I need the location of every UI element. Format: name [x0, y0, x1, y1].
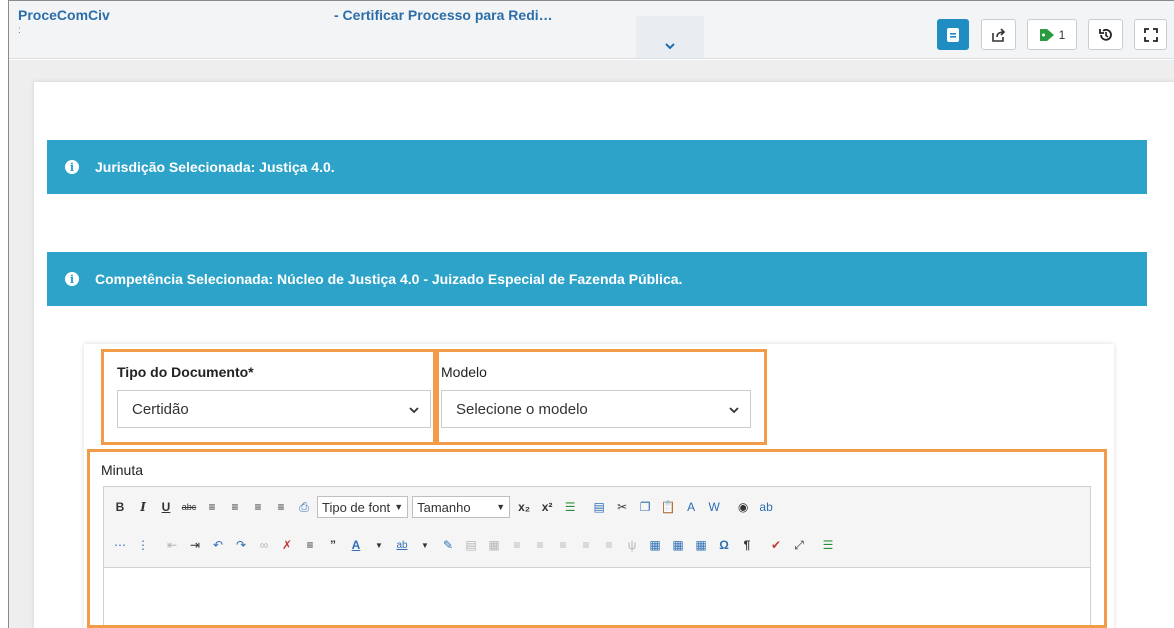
align-center-icon[interactable]: ≡ — [225, 497, 245, 517]
maximize-icon[interactable]: ⤢ — [789, 535, 809, 555]
replace-icon[interactable]: ab — [756, 497, 776, 517]
minuta-label: Minuta — [101, 462, 144, 478]
font-family-combo[interactable]: Tipo de font ▼ — [317, 496, 409, 518]
link-icon[interactable]: ∞ — [254, 535, 274, 555]
chevron-down-icon — [409, 407, 419, 414]
table-col-icon[interactable]: ▦ — [484, 535, 504, 555]
font-color-button[interactable]: A — [346, 535, 366, 555]
find-icon[interactable]: ◉ — [733, 497, 753, 517]
competencia-alert: i Competência Selecionada: Núcleo de Jus… — [47, 252, 1147, 306]
line-height-icon[interactable]: ☰ — [818, 535, 838, 555]
merge-cells-icon[interactable]: ≡ — [576, 535, 596, 555]
unlink-icon[interactable]: ✗ — [277, 535, 297, 555]
share-button[interactable] — [981, 19, 1016, 50]
paste-word-icon[interactable]: W — [704, 497, 724, 517]
strikethrough-button[interactable]: abc — [179, 497, 199, 517]
chevron-down-icon: ▼ — [394, 502, 404, 512]
task-title: - Certificar Processo para Redi… — [334, 7, 553, 23]
history-icon — [1098, 28, 1112, 41]
history-button[interactable] — [1088, 19, 1123, 50]
jurisdicao-alert: i Jurisdição Selecionada: Justiça 4.0. — [47, 140, 1147, 194]
paste-icon[interactable]: 📋 — [658, 497, 678, 517]
fullscreen-icon — [1143, 27, 1158, 42]
bullet-list-icon[interactable]: ⋯ — [110, 535, 130, 555]
info-icon: i — [65, 272, 79, 286]
select-all-icon[interactable]: ▤ — [589, 497, 609, 517]
italic-button[interactable]: I — [133, 497, 153, 517]
format-list-icon[interactable]: ☰ — [560, 497, 580, 517]
tags-button[interactable]: 1 — [1027, 19, 1077, 50]
special-char-button[interactable]: Ω — [714, 535, 734, 555]
toolbar-row-1: B I U abc ≡ ≡ ≡ ≡ ⎙ Tipo de font ▼ Tamanh… — [110, 495, 779, 519]
indent-icon[interactable]: ⇥ — [185, 535, 205, 555]
bold-button[interactable]: B — [110, 497, 130, 517]
print-icon[interactable]: ⎙ — [294, 497, 314, 517]
share-icon — [991, 27, 1005, 42]
cut-icon[interactable]: ✂ — [612, 497, 632, 517]
tipo-documento-select[interactable]: Certidão — [117, 390, 431, 428]
competencia-text: Competência Selecionada: Núcleo de Justi… — [95, 271, 683, 287]
info-icon: i — [65, 160, 79, 174]
table-icon-2[interactable]: ▦ — [668, 535, 688, 555]
font-size-value: Tamanho — [417, 499, 471, 515]
modelo-value: Selecione o modelo — [456, 400, 588, 418]
table-icon-3[interactable]: ▦ — [691, 535, 711, 555]
align-right-icon[interactable]: ≡ — [248, 497, 268, 517]
editor-toolbar: B I U abc ≡ ≡ ≡ ≡ ⎙ Tipo de font ▼ Tamanh… — [103, 486, 1091, 568]
app-subtitle: : — [18, 25, 21, 36]
blockquote-button[interactable]: ” — [323, 535, 343, 555]
paste-text-icon[interactable]: A — [681, 497, 701, 517]
table-icon-1[interactable]: ▦ — [645, 535, 665, 555]
table-row-icon[interactable]: ▤ — [461, 535, 481, 555]
chevron-down-icon[interactable]: ▼ — [415, 535, 435, 555]
underline-button[interactable]: U — [156, 497, 176, 517]
chevron-down-icon — [665, 43, 675, 50]
subscript-button[interactable]: x₂ — [514, 497, 534, 517]
tag-count: 1 — [1058, 27, 1066, 42]
remove-format-icon[interactable]: ✔ — [766, 535, 786, 555]
font-family-value: Tipo de font — [322, 499, 391, 515]
modelo-label: Modelo — [441, 364, 487, 380]
delete-row-icon[interactable]: ≡ — [553, 535, 573, 555]
align-justify-icon[interactable]: ≡ — [271, 497, 291, 517]
tag-icon — [1039, 28, 1054, 41]
app-name: ProceComCiv — [18, 7, 110, 23]
insert-row-icon[interactable]: ≡ — [507, 535, 527, 555]
toolbar-row-2: ⋯ ⋮ ⇤ ⇥ ↶ ↷ ∞ ✗ ≡ ” A ▼ ab ▼ ✎ ▤ ▦ ≡ ≡ ≡… — [110, 533, 841, 557]
chevron-down-icon[interactable]: ▼ — [369, 535, 389, 555]
document-button[interactable] — [937, 19, 969, 50]
numbered-list-icon[interactable]: ⋮ — [133, 535, 153, 555]
outdent-icon[interactable]: ⇤ — [162, 535, 182, 555]
document-icon — [947, 27, 959, 42]
align-left-icon[interactable]: ≡ — [202, 497, 222, 517]
cell-props-icon[interactable]: ψ — [622, 535, 642, 555]
minuta-editor-area[interactable] — [103, 568, 1091, 628]
jurisdicao-text: Jurisdição Selecionada: Justiça 4.0. — [95, 159, 335, 175]
tipo-documento-value: Certidão — [132, 400, 189, 418]
undo-icon[interactable]: ↶ — [208, 535, 228, 555]
tipo-documento-label: Tipo do Documento* — [117, 364, 254, 380]
modelo-select[interactable]: Selecione o modelo — [441, 390, 751, 428]
form-edit-icon[interactable]: ✎ — [438, 535, 458, 555]
copy-icon[interactable]: ❐ — [635, 497, 655, 517]
superscript-button[interactable]: x² — [537, 497, 557, 517]
show-blocks-button[interactable]: ¶ — [737, 535, 757, 555]
chevron-down-icon: ▼ — [496, 502, 506, 512]
chevron-down-icon — [729, 407, 739, 414]
paragraph-format-icon[interactable]: ≡ — [300, 535, 320, 555]
font-size-combo[interactable]: Tamanho ▼ — [412, 496, 511, 518]
task-dropdown-button[interactable] — [636, 16, 704, 58]
insert-col-icon[interactable]: ≡ — [530, 535, 550, 555]
fullscreen-button[interactable] — [1134, 19, 1167, 50]
background-color-button[interactable]: ab — [392, 535, 412, 555]
split-cells-icon[interactable]: ≡ — [599, 535, 619, 555]
redo-icon[interactable]: ↷ — [231, 535, 251, 555]
